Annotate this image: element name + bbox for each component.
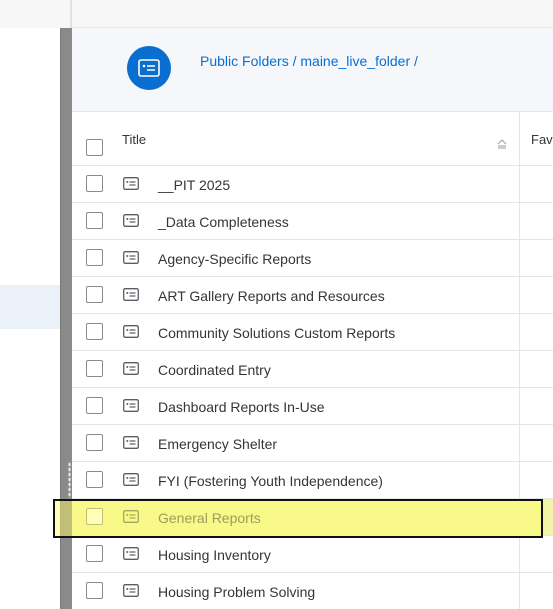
table-row[interactable]: Dashboard Reports In-Use (72, 388, 553, 425)
folder-icon (138, 59, 160, 77)
row-checkbox[interactable] (86, 175, 103, 192)
folder-icon (123, 325, 139, 338)
row-checkbox[interactable] (86, 249, 103, 266)
folder-icon (123, 214, 139, 227)
folder-icon (123, 584, 139, 597)
row-title[interactable]: Coordinated Entry (158, 362, 271, 378)
table-row[interactable]: Agency-Specific Reports (72, 240, 553, 277)
row-checkbox[interactable] (86, 323, 103, 340)
row-checkbox[interactable] (86, 471, 103, 488)
table-row[interactable]: __PIT 2025 (72, 166, 553, 203)
row-title[interactable]: FYI (Fostering Youth Independence) (158, 473, 383, 489)
folder-icon (123, 251, 139, 264)
row-checkbox[interactable] (86, 397, 103, 414)
row-checkbox[interactable] (86, 212, 103, 229)
folder-icon (123, 436, 139, 449)
left-panel-selected-item[interactable] (0, 285, 60, 329)
row-checkbox[interactable] (86, 582, 103, 599)
folder-icon (123, 362, 139, 375)
row-checkbox[interactable] (86, 360, 103, 377)
row-title[interactable]: Community Solutions Custom Reports (158, 325, 395, 341)
folder-icon (123, 288, 139, 301)
left-panel-top-bar (0, 0, 70, 28)
table-row[interactable]: Coordinated Entry (72, 351, 553, 388)
select-all-checkbox[interactable] (86, 139, 103, 156)
column-header-favorite[interactable]: Fav (531, 132, 553, 147)
table-row[interactable]: _Data Completeness (72, 203, 553, 240)
folder-list: __PIT 2025 _Data Completeness Agency-Spe… (72, 166, 553, 609)
folder-icon (123, 473, 139, 486)
folder-icon (123, 177, 139, 190)
row-title[interactable]: Dashboard Reports In-Use (158, 399, 325, 415)
table-header: Title Fav (72, 112, 553, 166)
row-checkbox[interactable] (86, 545, 103, 562)
column-header-title[interactable]: Title (122, 132, 146, 147)
row-title[interactable]: Agency-Specific Reports (158, 251, 311, 267)
splitter-grip-handle[interactable] (68, 462, 71, 498)
table-row[interactable]: ART Gallery Reports and Resources (72, 277, 553, 314)
row-title[interactable]: __PIT 2025 (158, 177, 230, 193)
sort-icon[interactable] (497, 139, 507, 149)
folder-icon (123, 547, 139, 560)
folder-avatar (127, 46, 171, 90)
table-row[interactable]: Housing Problem Solving (72, 573, 553, 609)
row-title[interactable]: Housing Problem Solving (158, 584, 315, 600)
breadcrumb[interactable]: Public Folders / maine_live_folder / (200, 53, 418, 69)
table-row[interactable]: Housing Inventory (72, 536, 553, 573)
row-checkbox[interactable] (86, 434, 103, 451)
row-title[interactable]: Housing Inventory (158, 547, 271, 563)
table-row[interactable]: Emergency Shelter (72, 425, 553, 462)
main-top-bar (72, 0, 553, 28)
table-row[interactable]: FYI (Fostering Youth Independence) (72, 462, 553, 499)
folder-header: Public Folders / maine_live_folder / (72, 28, 553, 112)
row-title[interactable]: ART Gallery Reports and Resources (158, 288, 385, 304)
table-row[interactable]: Community Solutions Custom Reports (72, 314, 553, 351)
row-title[interactable]: Emergency Shelter (158, 436, 277, 452)
row-checkbox[interactable] (86, 286, 103, 303)
row-title[interactable]: _Data Completeness (158, 214, 289, 230)
folder-icon (123, 399, 139, 412)
highlight-annotation-box (53, 499, 543, 538)
